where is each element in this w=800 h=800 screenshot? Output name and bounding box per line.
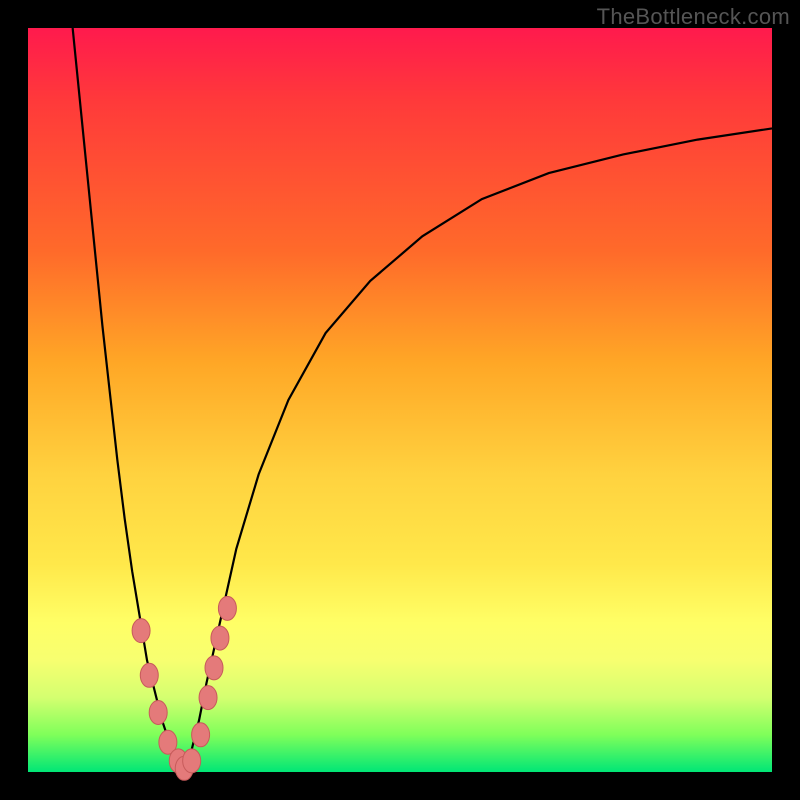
- watermark-text: TheBottleneck.com: [597, 4, 790, 30]
- bead-marker: [211, 626, 229, 650]
- bead-marker: [149, 700, 167, 724]
- bead-marker: [183, 749, 201, 773]
- bead-marker: [192, 723, 210, 747]
- bead-marker: [218, 596, 236, 620]
- bead-marker: [199, 686, 217, 710]
- curve-right-branch: [184, 128, 772, 772]
- bead-marker: [132, 619, 150, 643]
- bead-marker: [205, 656, 223, 680]
- plot-area: [28, 28, 772, 772]
- curve-left-branch: [73, 28, 185, 772]
- bead-marker: [140, 663, 158, 687]
- chart-frame: TheBottleneck.com: [0, 0, 800, 800]
- curves-svg: [28, 28, 772, 772]
